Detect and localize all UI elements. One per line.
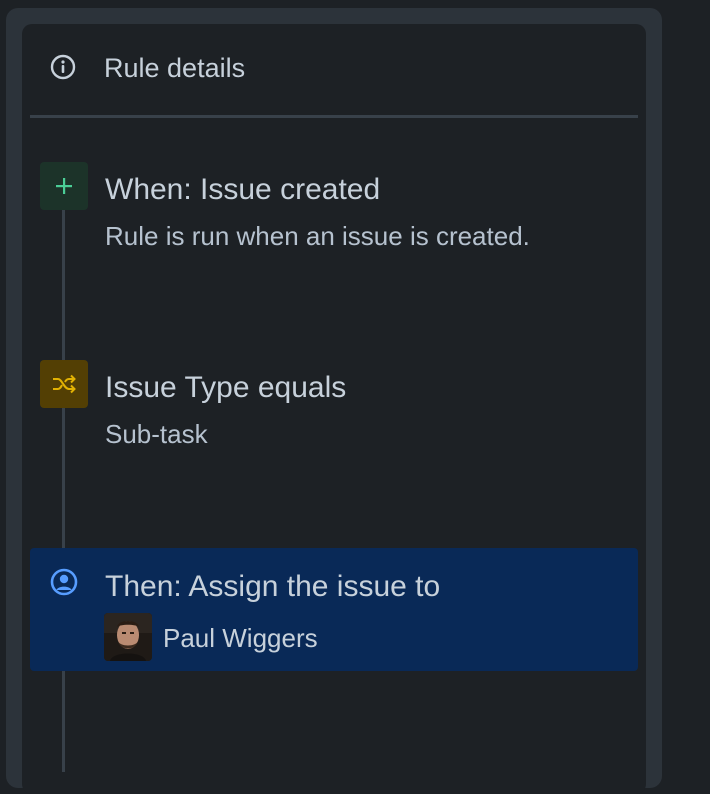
header-divider [30,115,638,118]
step-title: When: Issue created [105,173,381,206]
rule-details-panel [22,24,646,794]
timeline-connector [62,196,65,772]
step-title: Then: Assign the issue to [105,570,441,603]
step-description: Sub-task [105,419,208,449]
user-circle-icon [40,558,88,606]
header-title: Rule details [104,53,246,83]
shuffle-icon [40,360,88,408]
assignee-name[interactable]: Paul Wiggers [163,622,318,654]
step-title: Issue Type equals [105,371,347,404]
plus-icon [40,162,88,210]
step-description: Rule is run when an issue is created. [105,221,530,251]
rule-details-header[interactable]: Rule details [22,24,646,116]
info-icon [50,54,76,80]
avatar [104,613,152,661]
